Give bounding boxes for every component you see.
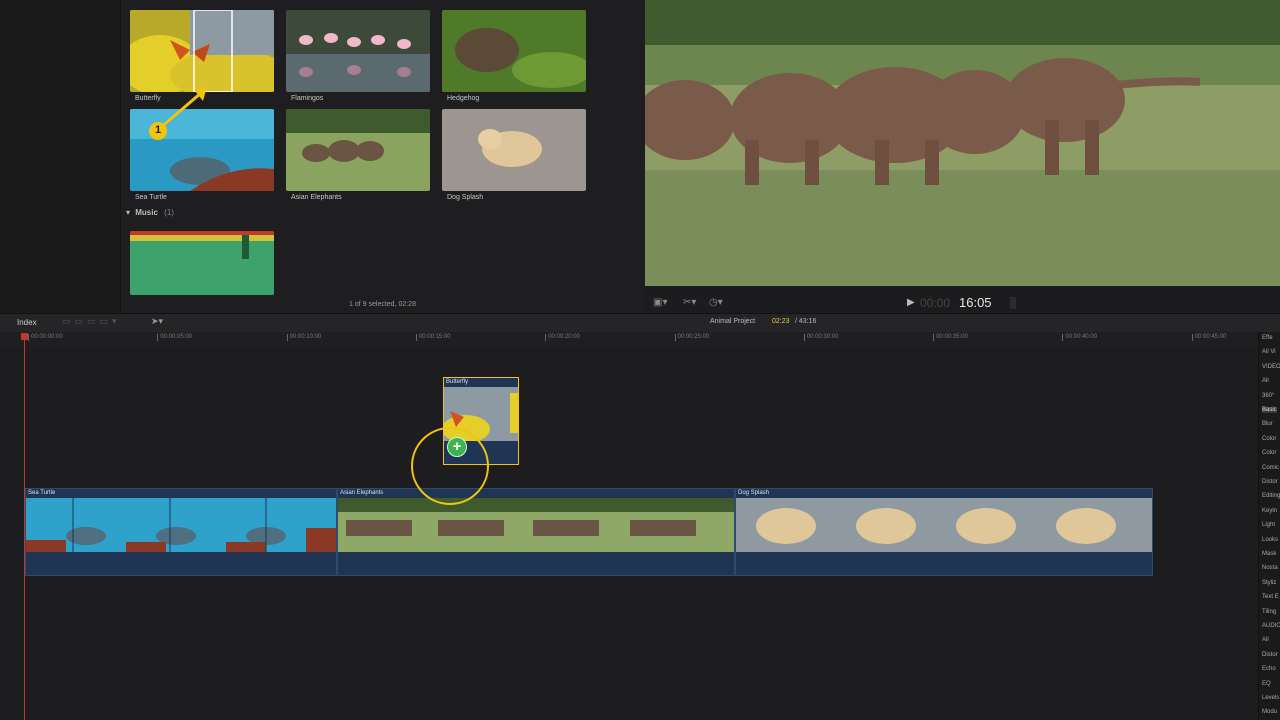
- ruler-tick-label: 00:00:30:00: [803, 334, 839, 341]
- ruler-tick-label: 00:00:25:00: [674, 334, 710, 341]
- effects-category-item[interactable]: Comic: [1262, 465, 1279, 471]
- effects-browser: Effe All Vi VIDEO All 360° Basic Blur Color Colo…: [1258, 332, 1280, 720]
- effects-category-item[interactable]: All: [1262, 378, 1269, 384]
- viewer-timecode: 16:05: [959, 295, 992, 310]
- effects-category-item[interactable]: Blur: [1262, 421, 1273, 427]
- transform-tools-icon[interactable]: ✂▾: [683, 297, 696, 308]
- ruler-tick-label: 00:00:05:00: [157, 334, 192, 341]
- clip-label-sea-turtle: Sea Turtle: [135, 194, 167, 201]
- select-tool-icon[interactable]: ➤▾: [151, 316, 163, 327]
- clip-thumbnail-music[interactable]: [130, 231, 274, 295]
- hedgehog-image: [442, 10, 586, 92]
- project-name: Animal Project: [710, 318, 756, 325]
- clip-thumbnail-butterfly[interactable]: [130, 10, 274, 92]
- effects-category-item[interactable]: AUDIO: [1262, 623, 1280, 629]
- play-icon[interactable]: ▶: [907, 297, 915, 308]
- clip-thumbnail-dog-splash[interactable]: [442, 109, 586, 191]
- effects-category-item[interactable]: Light: [1262, 522, 1275, 528]
- effects-category-item[interactable]: All: [1262, 637, 1269, 643]
- effects-category-item[interactable]: Editing: [1262, 493, 1280, 499]
- speed-icon[interactable]: ◷▾: [709, 297, 723, 308]
- clip-label-dog-splash: Dog Splash: [447, 194, 484, 201]
- effects-category-item[interactable]: Distor: [1262, 652, 1278, 658]
- timeline-clip-dog-splash[interactable]: Dog Splash: [735, 488, 1153, 576]
- effects-category-item[interactable]: Effe: [1262, 335, 1273, 341]
- flamingos-image: [286, 10, 430, 92]
- music-section-count: (1): [164, 208, 174, 217]
- callout-number: 1: [154, 124, 162, 136]
- effects-category-item[interactable]: 360°: [1262, 393, 1274, 399]
- disclosure-triangle-icon: ▾: [126, 208, 131, 217]
- effects-category-item[interactable]: Styliz: [1262, 580, 1276, 586]
- effects-category-item[interactable]: Basic: [1262, 407, 1277, 413]
- ruler-tick-label: 00:00:40:00: [1062, 334, 1098, 341]
- ruler-tick-label: 00:00:20:00: [545, 334, 580, 341]
- butterfly-image: [130, 10, 274, 92]
- playhead[interactable]: [24, 333, 25, 720]
- effects-category-item[interactable]: Color: [1262, 450, 1276, 456]
- callout-arrow: [149, 87, 207, 140]
- asian-elephants-image: [286, 109, 430, 191]
- effects-category-item[interactable]: Mask: [1262, 551, 1276, 557]
- effects-category-item[interactable]: Nosta: [1262, 565, 1278, 571]
- effects-category-item[interactable]: Levels: [1262, 695, 1279, 701]
- ruler-tick-label: 00:00:35:00: [933, 334, 968, 341]
- dog-splash-image: [442, 109, 586, 191]
- ruler-tick-label: 00:00:00:00: [28, 334, 63, 341]
- audio-waveform-image: [130, 231, 274, 295]
- effects-category-item[interactable]: Tiling: [1262, 609, 1276, 615]
- timeline-clip-label: Asian Elephants: [340, 490, 384, 496]
- project-duration-current: 02:23: [772, 318, 790, 325]
- libraries-sidebar: [0, 0, 121, 313]
- effects-category-item[interactable]: Color: [1262, 436, 1276, 442]
- elephant-herd-image: [645, 0, 1280, 286]
- ruler-tick-label: 00:00:45:00: [1191, 334, 1227, 341]
- clip-label-asian-elephants: Asian Elephants: [291, 194, 342, 201]
- effects-category-item[interactable]: EQ: [1262, 681, 1271, 687]
- effects-category-item[interactable]: Distor: [1262, 479, 1278, 485]
- index-button[interactable]: Index: [17, 318, 37, 327]
- edit-buttons-icon[interactable]: ▭▭▭▭▾: [62, 316, 121, 327]
- timeline-clip-sea-turtle[interactable]: Sea Turtle: [25, 488, 337, 576]
- timeline-clip-label: Sea Turtle: [28, 490, 56, 496]
- timeline-toolbar: Index ▭▭▭▭▾ ➤▾ Animal Project 02:23 / 43…: [0, 313, 1280, 333]
- clip-thumbnail-asian-elephants[interactable]: [286, 109, 430, 191]
- playhead-handle-icon[interactable]: [21, 333, 28, 340]
- effects-category-item[interactable]: Modu: [1262, 709, 1277, 715]
- timecode-dim: 00:00: [920, 296, 951, 310]
- music-section-header[interactable]: ▾ Music (1): [126, 208, 174, 217]
- effects-category-item[interactable]: All Vi: [1262, 349, 1276, 355]
- sea-turtle-filmstrip: [26, 498, 336, 552]
- project-duration-total: / 43:16: [795, 318, 817, 325]
- highlight-circle: [411, 427, 489, 505]
- ruler-tick-label: 00:00:15:00: [415, 334, 451, 341]
- audio-meter-icon: [1010, 297, 1016, 309]
- effects-category-item[interactable]: Echo: [1262, 666, 1276, 672]
- effects-category-item[interactable]: Looks: [1262, 537, 1278, 543]
- timeline-clip-label: Dog Splash: [738, 490, 770, 496]
- effects-category-item[interactable]: Text E: [1262, 594, 1279, 600]
- clip-label-flamingos: Flamingos: [291, 95, 324, 102]
- dragged-clip-label: Butterfly: [446, 379, 469, 385]
- asian-elephants-filmstrip: [338, 498, 734, 552]
- clip-thumbnail-flamingos[interactable]: [286, 10, 430, 92]
- timeline-clip-asian-elephants[interactable]: Asian Elephants: [337, 488, 735, 576]
- view-options-icon[interactable]: ▣▾: [653, 297, 667, 308]
- ruler-tick-label: 00:00:10:00: [286, 334, 322, 341]
- effects-category-item[interactable]: Keyin: [1262, 508, 1277, 514]
- timeline-ruler[interactable]: 00:00:00:00 00:00:05:00 00:00:10:00 00:00:1…: [0, 332, 1258, 347]
- dog-splash-filmstrip: [736, 498, 1152, 552]
- music-section-label: Music: [135, 208, 158, 217]
- browser-status: 1 of 9 selected, 02:28: [349, 301, 416, 308]
- viewer-frame: [645, 0, 1280, 286]
- clip-thumbnail-hedgehog[interactable]: [442, 10, 586, 92]
- effects-category-item[interactable]: VIDEO: [1262, 364, 1280, 370]
- browser-panel: Butterfly Flamingos Hedgehog Sea Turtle …: [0, 0, 645, 313]
- clip-label-hedgehog: Hedgehog: [447, 95, 480, 102]
